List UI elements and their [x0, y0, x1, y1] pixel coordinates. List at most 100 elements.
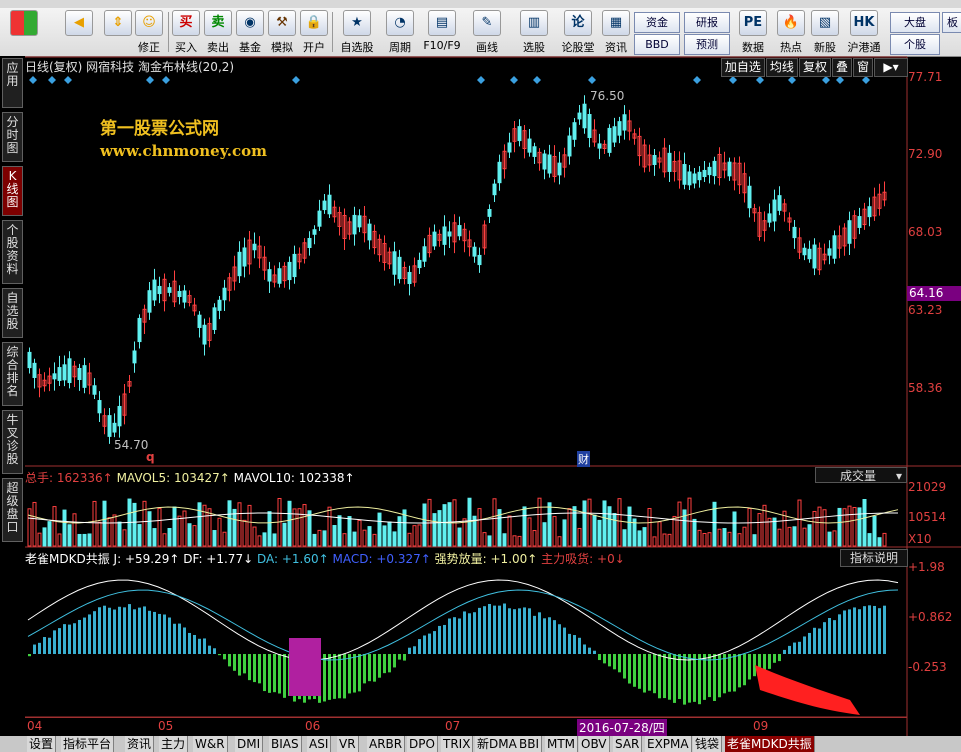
bottom-tab-16[interactable]: SAR: [613, 736, 643, 752]
window-button[interactable]: 窗: [852, 58, 873, 77]
left-tab-gegu[interactable]: 个股资料: [2, 220, 23, 284]
candle-body-102: [537, 151, 542, 164]
left-tab-yingyong[interactable]: 应用: [2, 58, 23, 108]
bottom-tab-0[interactable]: 设置: [27, 736, 57, 752]
toolbar-box-more[interactable]: 板: [942, 12, 961, 33]
bottom-tab-10[interactable]: DPO: [407, 736, 438, 752]
indicator-help-button[interactable]: 指标说明: [840, 549, 908, 567]
toolbar-btn-16[interactable]: HK 沪港通: [844, 10, 884, 54]
candle-body-72: [387, 251, 392, 265]
left-tab-strip: 应用 分时图 K线图 个股资料 自选股 综合排名 牛叉诊股 超级盘口: [0, 56, 25, 736]
bottom-tab-8[interactable]: VR: [337, 736, 359, 752]
macd-bar-150: [778, 654, 781, 662]
fuquan-button[interactable]: 复权: [798, 58, 831, 77]
toolbar-btn-15[interactable]: ▧ 新股: [810, 10, 840, 54]
signal-diamond-9: [588, 76, 596, 84]
bottom-tab-5[interactable]: DMI: [235, 736, 264, 752]
bottom-tab-17[interactable]: EXPMA: [645, 736, 692, 752]
macd-bar-57: [313, 654, 316, 699]
bottom-tab-13[interactable]: BBI: [517, 736, 543, 752]
macd-bar-135: [703, 654, 706, 700]
toolbar-btn-1[interactable]: 买买入: [172, 10, 200, 54]
add-watch-button[interactable]: 加自选: [720, 58, 765, 77]
bottom-tab-9[interactable]: ARBR: [367, 736, 406, 752]
expand-icon[interactable]: ▶▾: [874, 58, 908, 77]
volume-bar-137: [712, 501, 717, 547]
bottom-tab-2[interactable]: 资讯: [125, 736, 155, 752]
macd-bar-75: [403, 654, 406, 661]
volume-bar-40: [227, 500, 232, 547]
toolbar-btn-6[interactable]: ★ 自选股: [336, 10, 378, 54]
date-3: 07: [445, 719, 461, 733]
candle-body-53: [292, 253, 297, 278]
volume-bar-106: [557, 536, 562, 547]
toolbar-btn-4[interactable]: ⚒ 模拟: [268, 10, 296, 54]
toolbar-box-bbd[interactable]: BBD: [634, 34, 680, 55]
volume-bar-54: [297, 508, 302, 547]
toolbar-btn-9[interactable]: ✎ 画线: [470, 10, 504, 54]
macd-bar-128: [668, 654, 671, 700]
toolbar-box-zijin[interactable]: 资金: [634, 12, 680, 33]
left-tab-kline[interactable]: K线图: [2, 166, 23, 216]
bottom-tab-18[interactable]: 钱袋: [693, 736, 723, 752]
overlay-button[interactable]: 叠: [831, 58, 852, 77]
bottom-tab-1[interactable]: 指标平台: [61, 736, 115, 752]
bottom-tab-14[interactable]: MTM: [545, 736, 579, 752]
macd-bar-88: [468, 613, 471, 654]
toolbar-btn-2[interactable]: 卖卖出: [204, 10, 232, 54]
left-tab-niucha[interactable]: 牛叉诊股: [2, 410, 23, 474]
macd-bar-55: [303, 654, 306, 703]
macd-bar-165: [853, 607, 856, 654]
macd-bar-41: [233, 654, 236, 671]
left-tab-chaoji[interactable]: 超级盘口: [2, 478, 23, 542]
bottom-tab-6[interactable]: BIAS: [269, 736, 302, 752]
bottom-tab-12[interactable]: 新DMA: [475, 736, 520, 752]
candle-body-7: [62, 364, 67, 381]
ma-button[interactable]: 均线: [765, 58, 798, 77]
toolbar-btn-7[interactable]: ◔ 周期: [382, 10, 418, 54]
bottom-corner: [0, 736, 25, 752]
toolbar-btn-12[interactable]: ▦ 资讯: [602, 10, 630, 54]
toolbar-btn-13[interactable]: PE 数据: [734, 10, 772, 54]
toolbar-btn-10[interactable]: ▥ 选股: [516, 10, 552, 54]
volume-total: 总手: 162336↑: [25, 471, 113, 485]
left-tab-fenshi[interactable]: 分时图: [2, 112, 23, 162]
toolbar-btn-0[interactable]: ☺ 修正: [132, 10, 166, 54]
volume-type-select[interactable]: 成交量 ▾: [815, 467, 907, 483]
kline-chart[interactable]: [0, 0, 961, 752]
bottom-tab-11[interactable]: TRIX: [441, 736, 474, 752]
left-tab-zixuan[interactable]: 自选股: [2, 288, 23, 338]
candle-body-118: [617, 121, 622, 136]
ind-axis-2: -0.253: [908, 660, 947, 674]
volume-bar-134: [697, 529, 702, 547]
macd-bar-30: [178, 623, 181, 654]
candle-body-10: [77, 367, 82, 381]
candle-body-110: [577, 112, 582, 120]
macd-bar-126: [658, 654, 661, 699]
toolbar-box-yanbao[interactable]: 研报: [684, 12, 730, 33]
volume-bar-26: [157, 507, 162, 547]
toolbar-btn-8[interactable]: ▤ F10/F9: [422, 10, 462, 54]
back-arrow-icon[interactable]: ◀: [62, 10, 96, 54]
bottom-tab-19[interactable]: 老雀MDKD共振: [725, 736, 815, 752]
candle-body-170: [877, 193, 882, 209]
toolbar-btn-14[interactable]: 🔥 热点: [776, 10, 806, 54]
grid-icon[interactable]: [4, 10, 44, 54]
toolbar-box-yuce[interactable]: 预测: [684, 34, 730, 55]
toolbar-box-gegu[interactable]: 个股: [890, 34, 940, 55]
candle-body-71: [382, 243, 387, 263]
bottom-tab-7[interactable]: ASI: [307, 736, 332, 752]
indicator-df: DF: +1.77↓: [183, 552, 254, 566]
toolbar-btn-3[interactable]: ◉ 基金: [236, 10, 264, 54]
up-down-icon[interactable]: ⇕: [104, 10, 132, 54]
toolbar-box-dapan[interactable]: 大盘: [890, 12, 940, 33]
bottom-tab-15[interactable]: OBV: [579, 736, 610, 752]
toolbar-btn-11[interactable]: 论论股堂: [558, 10, 598, 54]
current-price-badge: 64.16: [907, 286, 961, 301]
candle-body-97: [512, 128, 517, 142]
macd-bar-120: [628, 654, 631, 684]
bottom-tab-4[interactable]: W&R: [193, 736, 228, 752]
left-tab-zonghe[interactable]: 综合排名: [2, 342, 23, 406]
toolbar-btn-5[interactable]: 🔒 开户: [300, 10, 328, 54]
bottom-tab-3[interactable]: 主力: [159, 736, 189, 752]
